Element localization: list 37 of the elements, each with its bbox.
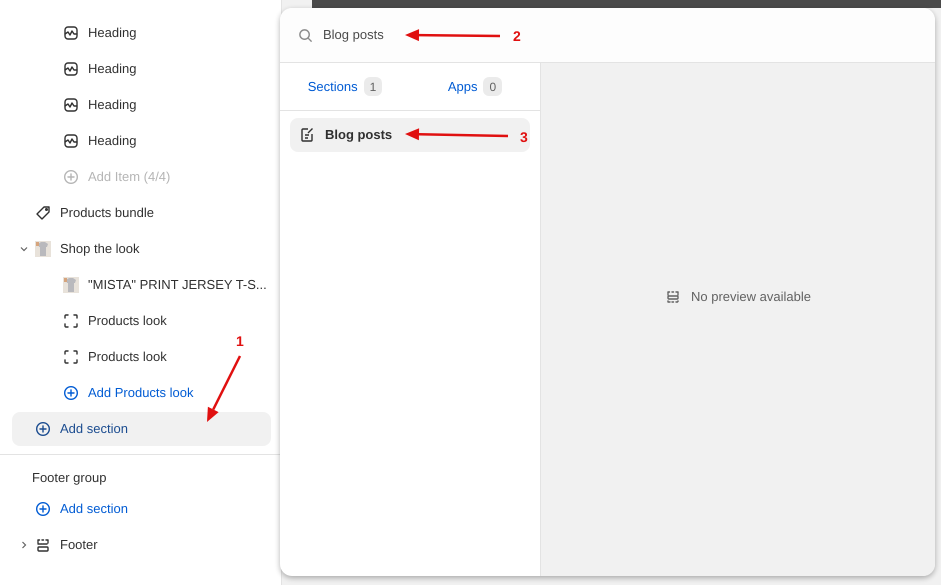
- annotation-number: 2: [513, 28, 521, 44]
- annotation-arrow: [207, 355, 242, 422]
- plus-circle-icon: [34, 500, 52, 518]
- document-edit-icon: [299, 127, 315, 143]
- add-section-button[interactable]: Add section: [12, 412, 271, 446]
- tag-icon: [34, 204, 52, 222]
- plus-circle-icon: [62, 168, 80, 186]
- tree-item[interactable]: Footer: [60, 535, 98, 555]
- search-icon: [298, 28, 313, 42]
- tab[interactable]: Apps: [448, 76, 478, 96]
- tree-item[interactable]: Heading: [88, 59, 136, 79]
- product-thumbnail-icon: [34, 240, 52, 258]
- image-block-icon: [62, 96, 80, 114]
- tree-item[interactable]: Shop the look: [60, 239, 140, 259]
- add-link[interactable]: Add Products look: [88, 383, 194, 403]
- placeholder-layout-icon: [665, 289, 682, 305]
- image-block-icon: [62, 24, 80, 42]
- plus-circle-icon: [34, 420, 52, 438]
- count-badge: 0: [483, 77, 502, 96]
- annotation-number: 3: [520, 129, 528, 145]
- tree-item[interactable]: "MISTA" PRINT JERSEY T-S...: [88, 275, 267, 295]
- tree-item[interactable]: Products look: [88, 347, 167, 367]
- empty-state-text: No preview available: [691, 288, 811, 306]
- count-badge: 1: [364, 77, 382, 96]
- image-block-icon: [62, 132, 80, 150]
- tree-item[interactable]: Heading: [88, 131, 136, 151]
- tree-item[interactable]: Products bundle: [60, 203, 154, 223]
- tree-item[interactable]: Products look: [88, 311, 167, 331]
- image-block-icon: [62, 60, 80, 78]
- annotation-number: 1: [236, 333, 244, 349]
- group-heading: Footer group: [31, 469, 108, 488]
- product-thumbnail-icon: [62, 276, 80, 294]
- tree-item[interactable]: Heading: [88, 23, 136, 43]
- tree-item[interactable]: Heading: [88, 95, 136, 115]
- plus-circle-icon: [62, 384, 80, 402]
- add-section-link[interactable]: Add section: [60, 499, 128, 519]
- tab[interactable]: Sections: [308, 76, 358, 96]
